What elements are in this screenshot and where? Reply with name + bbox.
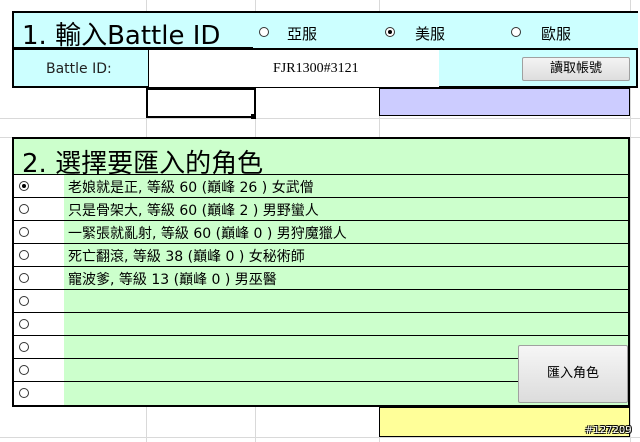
character-section: 2. 選擇要匯入的角色 老娘就是正, 等級 60 (巔峰 26 ) 女武僧 只是… bbox=[12, 137, 630, 407]
character-radio[interactable] bbox=[19, 204, 29, 214]
region-label-eu: 歐服 bbox=[541, 25, 572, 43]
battle-id-value: FJR1300#3121 bbox=[273, 61, 359, 76]
import-character-button[interactable]: 匯入角色 bbox=[518, 345, 628, 403]
character-radio[interactable] bbox=[19, 227, 29, 237]
character-row[interactable] bbox=[14, 289, 628, 312]
character-radio[interactable] bbox=[19, 273, 29, 283]
watermark: #127209 bbox=[585, 425, 632, 436]
character-row[interactable]: 寵波爹, 等級 13 (巔峰 0 ) 男巫醫 bbox=[14, 266, 628, 289]
character-row[interactable] bbox=[14, 312, 628, 335]
character-row[interactable]: 老娘就是正, 等級 60 (巔峰 26 ) 女武僧 bbox=[14, 174, 628, 197]
character-label: 老娘就是正, 等級 60 (巔峰 26 ) 女武僧 bbox=[68, 180, 314, 196]
character-label: 一緊張就亂射, 等級 60 (巔峰 0 ) 男狩魔獵人 bbox=[68, 226, 347, 242]
read-account-button[interactable]: 讀取帳號 bbox=[522, 57, 630, 81]
character-radio[interactable] bbox=[19, 365, 29, 375]
status-cell-purple bbox=[379, 88, 630, 116]
character-label: 死亡翻滾, 等級 38 (巔峰 0 ) 女秘術師 bbox=[68, 249, 305, 265]
character-radio[interactable] bbox=[19, 181, 29, 191]
character-radio[interactable] bbox=[19, 250, 29, 260]
fill-handle[interactable] bbox=[251, 114, 256, 119]
character-radio[interactable] bbox=[19, 342, 29, 352]
region-label-asia: 亞服 bbox=[287, 25, 318, 43]
character-label: 寵波爹, 等級 13 (巔峰 0 ) 男巫醫 bbox=[68, 272, 277, 288]
character-label: 只是骨架大, 等級 60 (巔峰 2 ) 男野蠻人 bbox=[68, 203, 319, 219]
section1-title: 1. 輸入Battle ID bbox=[22, 21, 221, 51]
region-label-us: 美服 bbox=[415, 25, 446, 43]
battle-id-input[interactable]: FJR1300#3121 bbox=[148, 50, 439, 87]
section1-title-cell: 1. 輸入Battle ID bbox=[12, 11, 255, 51]
battle-id-row: Battle ID: FJR1300#3121 讀取帳號 bbox=[12, 49, 638, 88]
gridline bbox=[0, 437, 640, 438]
character-radio[interactable] bbox=[19, 296, 29, 306]
character-row[interactable]: 死亡翻滾, 等級 38 (巔峰 0 ) 女秘術師 bbox=[14, 243, 628, 266]
character-row[interactable]: 一緊張就亂射, 等級 60 (巔峰 0 ) 男狩魔獵人 bbox=[14, 220, 628, 243]
region-radio-eu[interactable] bbox=[511, 27, 521, 37]
battle-id-label: Battle ID: bbox=[46, 61, 112, 77]
gridline bbox=[0, 118, 640, 119]
character-radio[interactable] bbox=[19, 388, 29, 398]
region-radio-asia[interactable] bbox=[259, 27, 269, 37]
character-row[interactable]: 只是骨架大, 等級 60 (巔峰 2 ) 男野蠻人 bbox=[14, 197, 628, 220]
character-radio[interactable] bbox=[19, 319, 29, 329]
region-radio-us[interactable] bbox=[385, 27, 395, 37]
selected-cell[interactable] bbox=[146, 88, 256, 118]
region-selector: 亞服 美服 歐服 bbox=[253, 11, 638, 49]
